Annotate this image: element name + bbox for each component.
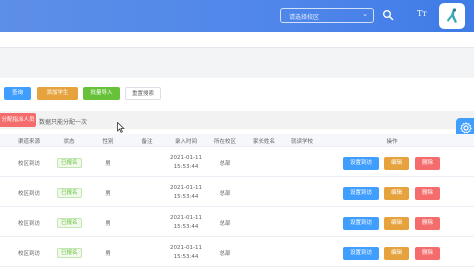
entry-time-cell: 2021-01-11 15:53:44	[170, 244, 202, 262]
entry-date: 2021-01-11	[170, 185, 202, 191]
set-visit-button[interactable]: 设置到访	[343, 247, 379, 260]
column-header: 家长姓名	[252, 139, 276, 145]
font-size-icon[interactable]: Tт	[417, 9, 427, 18]
source-cell: 校区到访	[17, 191, 41, 197]
campus-select[interactable]: 请选择校区 ⌄	[280, 8, 374, 23]
batch-import-button[interactable]: 批量导入	[83, 87, 120, 100]
edit-button[interactable]: 编辑	[384, 187, 409, 200]
column-header: 所在校区	[213, 139, 237, 145]
entry-time-cell: 2021-01-11 15:53:44	[170, 184, 202, 202]
column-header: 操作	[386, 139, 398, 145]
entry-date: 2021-01-11	[170, 155, 202, 161]
chevron-down-icon: ⌄	[362, 10, 368, 18]
entry-time: 15:53:44	[173, 254, 199, 260]
column-header: 性别	[102, 139, 114, 145]
campus-cell: 总部	[219, 221, 231, 227]
gender-cell: 男	[105, 221, 111, 227]
entry-time-cell: 2021-01-11 15:53:44	[170, 154, 202, 172]
entry-date: 2021-01-11	[170, 245, 202, 251]
add-student-button[interactable]: 添加学生	[37, 87, 78, 100]
source-cell: 校区到访	[17, 221, 41, 227]
status-badge: 已报名	[57, 158, 82, 168]
edit-button[interactable]: 编辑	[384, 157, 409, 170]
edit-button[interactable]: 编辑	[384, 217, 409, 230]
delete-button[interactable]: 删除	[415, 187, 440, 200]
column-header: 录入时间	[174, 139, 198, 145]
column-header: 就读学校	[290, 139, 314, 145]
source-cell: 校区到访	[17, 161, 41, 167]
campus-cell: 总部	[219, 161, 231, 167]
source-cell: 校区到访	[17, 251, 41, 257]
column-header: 渠道来源	[17, 139, 41, 145]
campus-cell: 总部	[219, 251, 231, 257]
edit-button[interactable]: 编辑	[384, 247, 409, 260]
table-row: 校区到访 已报名 男 2021-01-11 15:53:44 总部 设置到访 编…	[0, 148, 474, 177]
entry-time: 15:53:44	[173, 194, 199, 200]
column-header: 状态	[63, 139, 75, 145]
table-header: 渠道来源 状态 性别 备注 录入时间 所在校区 家长姓名 就读学校 操作	[0, 134, 474, 147]
gender-cell: 男	[105, 251, 111, 257]
set-visit-button[interactable]: 设置到访	[343, 217, 379, 230]
reset-search-button[interactable]: 重置搜索	[125, 87, 161, 100]
status-badge: 已报名	[57, 248, 82, 258]
avatar[interactable]	[439, 3, 465, 29]
table-row: 校区到访 已报名 男 2021-01-11 15:53:44 总部 设置到访 编…	[0, 178, 474, 207]
search-icon[interactable]	[382, 9, 394, 21]
query-button[interactable]: 查询	[4, 87, 31, 100]
entry-date: 2021-01-11	[170, 215, 202, 221]
delete-button[interactable]: 删除	[415, 157, 440, 170]
set-visit-button[interactable]: 设置到访	[343, 187, 379, 200]
top-header: 请选择校区 ⌄ Tт	[0, 0, 474, 32]
delete-button[interactable]: 删除	[415, 247, 440, 260]
gender-cell: 男	[105, 161, 111, 167]
gender-cell: 男	[105, 191, 111, 197]
column-header: 备注	[141, 139, 153, 145]
assign-staff-button[interactable]: 分配指派人员	[0, 113, 36, 127]
delete-button[interactable]: 删除	[415, 217, 440, 230]
gear-icon	[460, 122, 472, 134]
status-badge: 已报名	[57, 218, 82, 228]
entry-time: 15:53:44	[173, 224, 199, 230]
entry-time-cell: 2021-01-11 15:53:44	[170, 214, 202, 232]
table-row: 校区到访 已报名 男 2021-01-11 15:53:44 总部 设置到访 编…	[0, 208, 474, 237]
status-badge: 已报名	[57, 188, 82, 198]
search-form-area	[0, 48, 474, 78]
campus-cell: 总部	[219, 191, 231, 197]
entry-time: 15:53:44	[173, 164, 199, 170]
tabs-strip	[0, 32, 474, 48]
assign-note: 数据只能分配一次	[39, 119, 88, 126]
campus-select-placeholder: 请选择校区	[289, 14, 320, 21]
set-visit-button[interactable]: 设置到访	[343, 157, 379, 170]
table-row: 校区到访 已报名 男 2021-01-11 15:53:44 总部 设置到访 编…	[0, 238, 474, 267]
